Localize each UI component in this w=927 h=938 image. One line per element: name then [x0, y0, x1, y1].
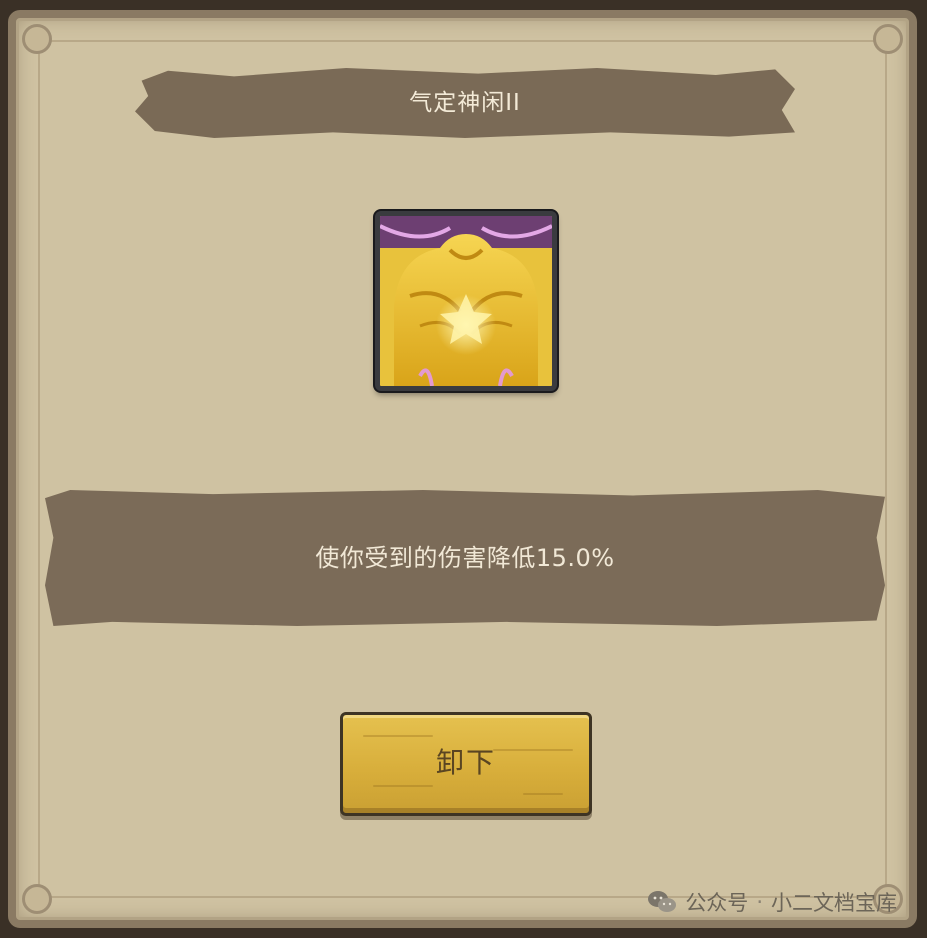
corner-ornament-tl — [22, 24, 52, 54]
skill-description: 使你受到的伤害降低15.0% — [315, 544, 615, 572]
unequip-button[interactable]: 卸下 — [340, 712, 592, 816]
corner-ornament-tr — [873, 24, 903, 54]
unequip-button-label: 卸下 — [435, 746, 496, 779]
skill-title: 气定神闲II — [409, 90, 521, 116]
wechat-icon — [647, 889, 677, 915]
watermark-label: 公众号 — [685, 891, 749, 915]
corner-ornament-bl — [22, 884, 52, 914]
watermark: 公众号 · 小二文档宝库 — [647, 886, 897, 918]
watermark-account: 小二文档宝库 — [771, 891, 897, 915]
watermark-separator: · — [756, 890, 763, 914]
golden-muscular-torso-icon — [375, 211, 557, 391]
